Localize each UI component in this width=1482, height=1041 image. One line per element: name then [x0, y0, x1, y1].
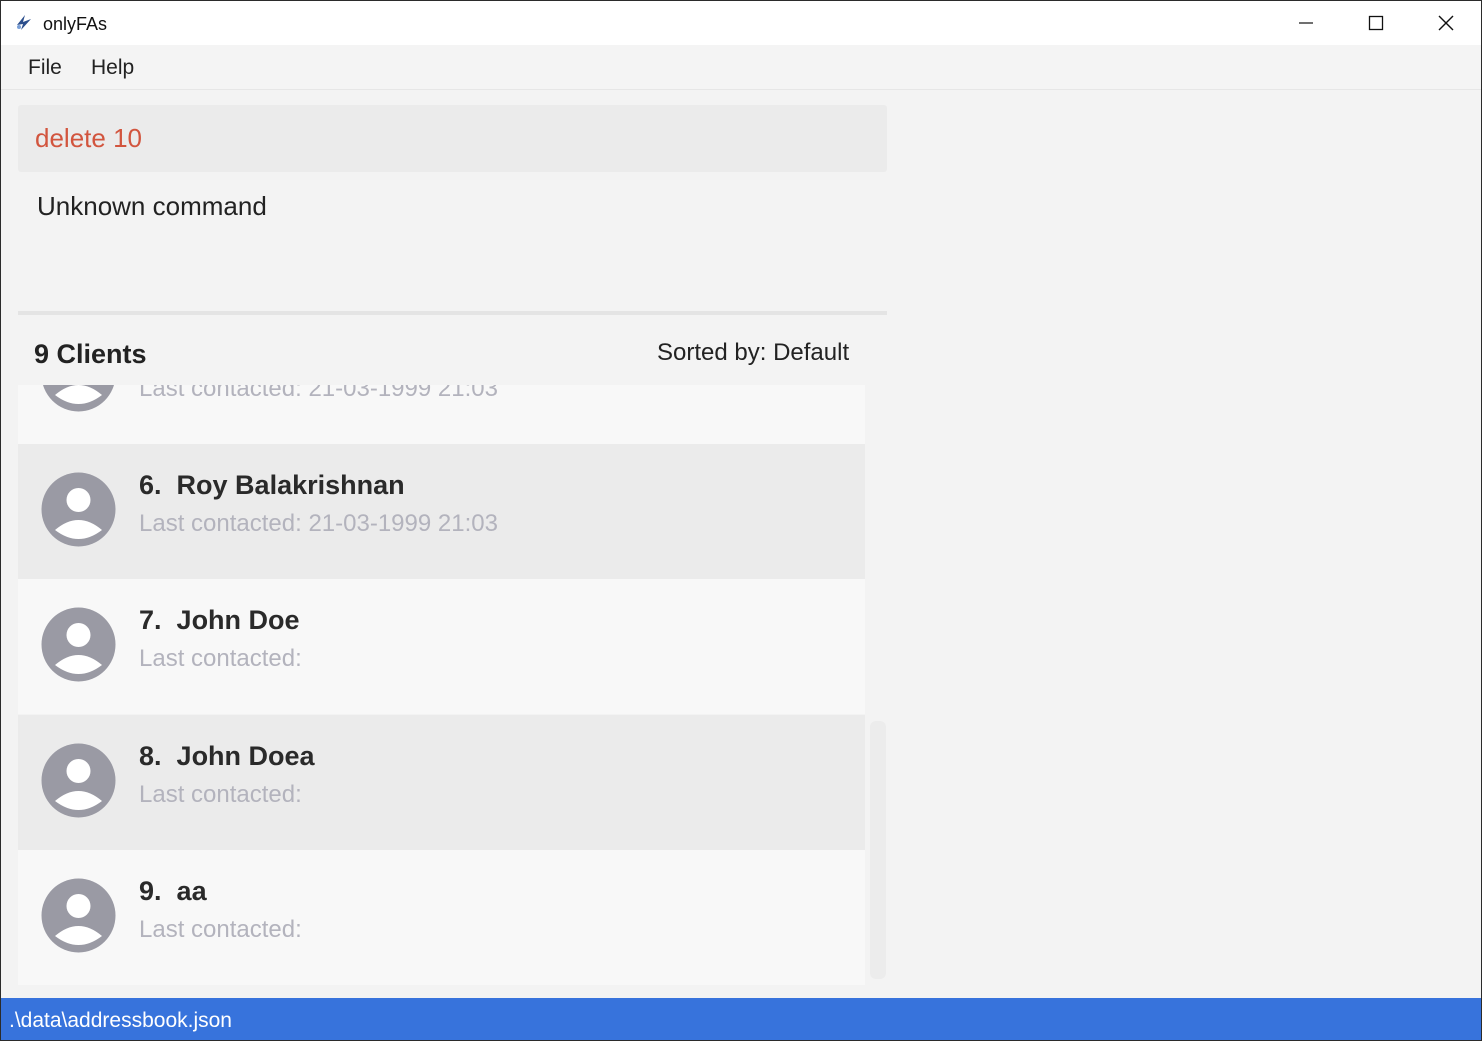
list-item[interactable]: 5. Last contacted: 21-03-1999 21:03: [18, 385, 865, 444]
client-name: Roy Balakrishnan: [176, 470, 405, 500]
status-bar: .\data\addressbook.json: [1, 998, 1481, 1040]
command-input-box[interactable]: delete 10: [18, 105, 887, 172]
maximize-icon: [1368, 15, 1384, 31]
app-window: onlyFAs File Help delete 10 Unknown comm…: [0, 0, 1482, 1041]
data-file-path: .\data\addressbook.json: [9, 1009, 232, 1032]
client-name-row: 8. John Doea: [139, 741, 315, 772]
list-item[interactable]: 8. John Doea Last contacted:: [18, 715, 865, 850]
minimize-button[interactable]: [1271, 1, 1341, 45]
client-name-row: 7. John Doe: [139, 605, 300, 636]
minimize-icon: [1298, 15, 1314, 31]
avatar-icon: [41, 878, 116, 953]
client-index: 6.: [139, 470, 162, 500]
client-name: John Doea: [176, 741, 315, 771]
client-index: 7.: [139, 605, 162, 635]
close-button[interactable]: [1411, 1, 1481, 45]
client-last-contacted: Last contacted:: [139, 916, 302, 943]
maximize-button[interactable]: [1341, 1, 1411, 45]
title-bar: onlyFAs: [1, 1, 1481, 45]
client-last-contacted: Last contacted:: [139, 781, 302, 808]
menu-file[interactable]: File: [28, 56, 62, 80]
client-name: John Doe: [176, 605, 300, 635]
client-index: 9.: [139, 876, 162, 906]
list-item[interactable]: 7. John Doe Last contacted:: [18, 579, 865, 714]
result-message: Unknown command: [37, 191, 267, 221]
list-item[interactable]: 9. aa Last contacted:: [18, 850, 865, 985]
client-name-row: 6. Roy Balakrishnan: [139, 470, 405, 501]
avatar-icon: [41, 607, 116, 682]
client-index: 8.: [139, 741, 162, 771]
list-scrollbar[interactable]: [870, 721, 886, 979]
result-display: Unknown command: [18, 181, 887, 309]
client-last-contacted: Last contacted:: [139, 645, 302, 672]
command-input-text[interactable]: delete 10: [35, 123, 142, 154]
avatar-icon: [41, 385, 116, 412]
avatar-icon: [41, 472, 116, 547]
client-name-row: 9. aa: [139, 876, 207, 907]
client-last-contacted: Last contacted: 21-03-1999 21:03: [139, 385, 498, 402]
list-item[interactable]: 6. Roy Balakrishnan Last contacted: 21-0…: [18, 444, 865, 579]
client-list[interactable]: 5. Last contacted: 21-03-1999 21:03 6. R…: [18, 385, 865, 985]
menu-bar: File Help: [1, 45, 1481, 90]
app-logo-icon: [13, 11, 35, 33]
client-name: aa: [176, 876, 207, 906]
client-count: 9 Clients: [34, 339, 147, 369]
avatar-icon: [41, 743, 116, 818]
window-title: onlyFAs: [43, 14, 108, 34]
sort-indicator: Sorted by: Default: [657, 339, 850, 366]
menu-help[interactable]: Help: [91, 56, 134, 80]
section-divider: [18, 311, 887, 315]
close-icon: [1437, 14, 1455, 32]
client-last-contacted: Last contacted: 21-03-1999 21:03: [139, 510, 498, 537]
